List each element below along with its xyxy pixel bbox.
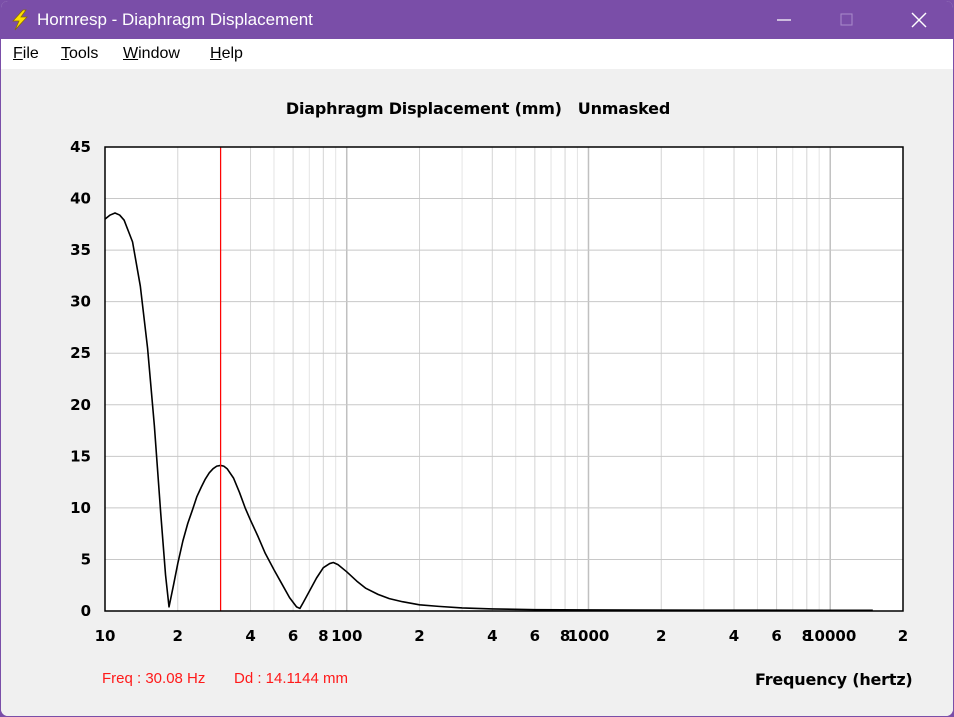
- title-bar[interactable]: Hornresp - Diaphragm Displacement: [1, 1, 953, 39]
- x-tick-label: 8: [318, 627, 328, 645]
- y-tick-label: 30: [70, 293, 91, 311]
- displacement-readout: Dd : 14.1144 mm: [234, 670, 348, 687]
- chart-area[interactable]: Diaphragm Displacement (mm) Unmasked 0 5 10…: [1, 69, 954, 717]
- x-tick-label: 10: [95, 627, 116, 645]
- close-button[interactable]: [889, 1, 949, 39]
- x-tick-label: 6: [771, 627, 781, 645]
- menu-window-accel: W: [123, 45, 139, 62]
- menu-window[interactable]: Window: [123, 45, 180, 63]
- menu-bar: File Tools Window Help: [1, 39, 953, 69]
- x-tick-label: 1000: [568, 627, 610, 645]
- x-tick-label: 6: [288, 627, 298, 645]
- close-icon: [911, 12, 927, 28]
- menu-tools[interactable]: Tools: [61, 45, 98, 63]
- menu-file-label: ile: [22, 45, 39, 62]
- menu-help[interactable]: Help: [210, 45, 243, 63]
- menu-tools-accel: T: [61, 45, 69, 62]
- plot-background: [105, 147, 903, 611]
- menu-help-label: elp: [221, 45, 243, 62]
- x-tick-label: 2: [656, 627, 666, 645]
- x-tick-label: 2: [414, 627, 424, 645]
- minimize-icon: [777, 19, 791, 21]
- y-tick-label: 5: [81, 550, 91, 568]
- x-tick-label: 6: [530, 627, 540, 645]
- y-tick-label: 35: [70, 241, 91, 259]
- x-axis-label: Frequency (hertz): [755, 670, 913, 689]
- window-title: Hornresp - Diaphragm Displacement: [37, 10, 313, 29]
- y-tick-label: 40: [70, 190, 91, 208]
- y-tick-label: 0: [81, 602, 91, 620]
- x-tick-label: 2: [173, 627, 183, 645]
- maximize-button[interactable]: [817, 1, 877, 39]
- x-tick-label: 4: [487, 627, 497, 645]
- x-tick-label: 2: [898, 627, 908, 645]
- x-tick-label: 10000: [804, 627, 856, 645]
- maximize-icon: [840, 13, 853, 26]
- x-tick-label: 4: [729, 627, 739, 645]
- y-tick-label: 25: [70, 344, 91, 362]
- displacement-chart[interactable]: 05101520253035404510 2 4 6 8 100 2 4 6 81000 2 4 6 81…: [1, 69, 954, 717]
- x-tick-label: 4: [245, 627, 255, 645]
- lightning-bolt-icon: [9, 9, 31, 31]
- minimize-button[interactable]: [755, 1, 815, 39]
- y-tick-label: 10: [70, 499, 91, 517]
- y-tick-label: 15: [70, 447, 91, 465]
- app-window: Hornresp - Diaphragm Displacement File T…: [0, 0, 954, 717]
- menu-window-label: indow: [138, 45, 180, 62]
- y-tick-label: 45: [70, 138, 91, 156]
- menu-help-accel: H: [210, 45, 222, 62]
- menu-file[interactable]: File: [13, 45, 39, 63]
- frequency-readout: Freq : 30.08 Hz: [102, 670, 206, 687]
- menu-file-accel: F: [13, 45, 23, 62]
- x-tick-label: 100: [331, 627, 362, 645]
- menu-tools-label: ools: [69, 45, 99, 62]
- y-tick-label: 20: [70, 396, 91, 414]
